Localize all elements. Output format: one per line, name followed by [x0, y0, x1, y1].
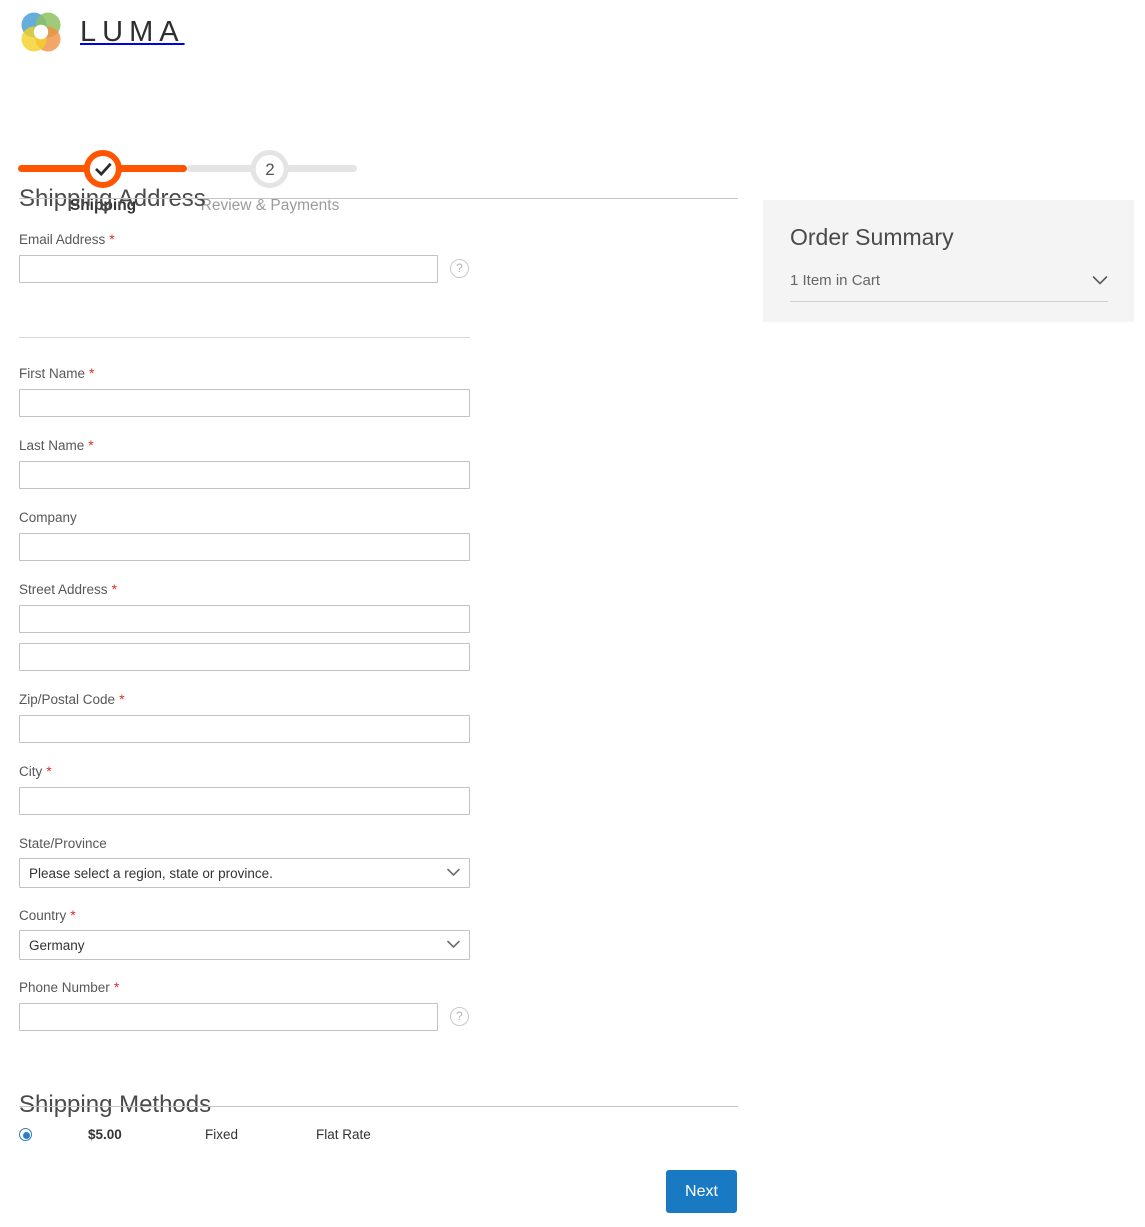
next-button[interactable]: Next [666, 1170, 737, 1213]
last-name-label: Last Name * [19, 438, 94, 453]
chevron-down-icon [1092, 273, 1108, 291]
first-name-label: First Name * [19, 366, 94, 381]
country-required-marker: * [70, 907, 76, 923]
progress-step-review-payments-label: Review & Payments [200, 197, 340, 214]
last-name-label-text: Last Name [19, 438, 85, 453]
company-label: Company [19, 510, 81, 525]
progress-step-number: 2 [265, 159, 275, 179]
phone-number-label-text: Phone Number [19, 980, 110, 995]
check-icon [94, 162, 112, 176]
luma-rings-logo-icon [18, 10, 64, 54]
phone-number-input[interactable] [19, 1003, 438, 1031]
city-label-text: City [19, 764, 43, 779]
last-name-input[interactable] [19, 461, 470, 489]
order-summary-title: Order Summary [790, 224, 954, 250]
country-label: Country * [19, 908, 76, 923]
street-address-line2-input[interactable] [19, 643, 470, 671]
company-input[interactable] [19, 533, 470, 561]
state-province-label: State/Province [19, 836, 111, 851]
first-name-label-text: First Name [19, 366, 86, 381]
progress-step-review-payments[interactable]: 2 Review & Payments [200, 150, 340, 214]
shipping-address-rule [19, 198, 738, 199]
street-address-label: Street Address * [19, 582, 117, 597]
country-select-wrap: Germany [19, 930, 470, 960]
phone-help-question-mark-icon[interactable]: ? [450, 1007, 469, 1026]
email-help-question-mark-icon[interactable]: ? [450, 259, 469, 278]
luma-wordmark: LUMA [80, 15, 185, 48]
shipping-methods-title: Shipping Methods [19, 1090, 212, 1118]
city-label: City * [19, 764, 52, 779]
page-header: LUMA [0, 0, 1145, 62]
country-label-text: Country [19, 908, 67, 923]
phone-number-label: Phone Number * [19, 980, 119, 995]
shipping-method-price: $5.00 [88, 1127, 122, 1142]
city-input[interactable] [19, 787, 470, 815]
country-select[interactable]: Germany [19, 930, 470, 960]
street-address-line1-input[interactable] [19, 605, 470, 633]
first-name-required-marker: * [89, 365, 95, 381]
progress-step-shipping-marker [83, 150, 122, 188]
zip-required-marker: * [119, 691, 125, 707]
shipping-method-radio-selected-dot [23, 1132, 30, 1139]
checkout-progress-bar: Shipping 2 Review & Payments [0, 72, 420, 213]
luma-logo-link[interactable]: LUMA [18, 10, 185, 54]
shipping-method-type: Fixed [205, 1127, 239, 1142]
city-required-marker: * [46, 763, 52, 779]
shipping-method-radio[interactable] [19, 1128, 32, 1141]
progress-step-review-payments-marker: 2 [250, 150, 289, 188]
shipping-method-carrier: Flat Rate [316, 1127, 371, 1142]
cart-items-count-label: 1 Item in Cart [790, 272, 881, 289]
street-address-required-marker: * [111, 581, 118, 597]
zip-postal-code-input[interactable] [19, 715, 470, 743]
state-province-label-text: State/Province [19, 836, 107, 851]
zip-postal-code-label-text: Zip/Postal Code [19, 692, 116, 707]
zip-postal-code-label: Zip/Postal Code * [19, 692, 125, 707]
last-name-required-marker: * [88, 437, 94, 453]
email-label: Email Address * [19, 232, 115, 247]
state-province-select-wrap: Please select a region, state or provinc… [19, 858, 470, 888]
email-label-text: Email Address [19, 232, 106, 247]
email-section-divider [19, 337, 470, 338]
email-required-marker: * [109, 231, 115, 247]
email-input[interactable] [19, 255, 438, 283]
state-province-select[interactable]: Please select a region, state or provinc… [19, 858, 470, 888]
shipping-method-row[interactable]: $5.00 Fixed Flat Rate [0, 1123, 740, 1153]
order-summary-panel: Order Summary 1 Item in Cart [763, 200, 1134, 322]
cart-items-toggle[interactable]: 1 Item in Cart [790, 272, 1108, 302]
street-address-label-text: Street Address [19, 582, 108, 597]
company-label-text: Company [19, 510, 77, 525]
phone-required-marker: * [113, 979, 120, 995]
shipping-methods-rule [19, 1106, 738, 1107]
first-name-input[interactable] [19, 389, 470, 417]
